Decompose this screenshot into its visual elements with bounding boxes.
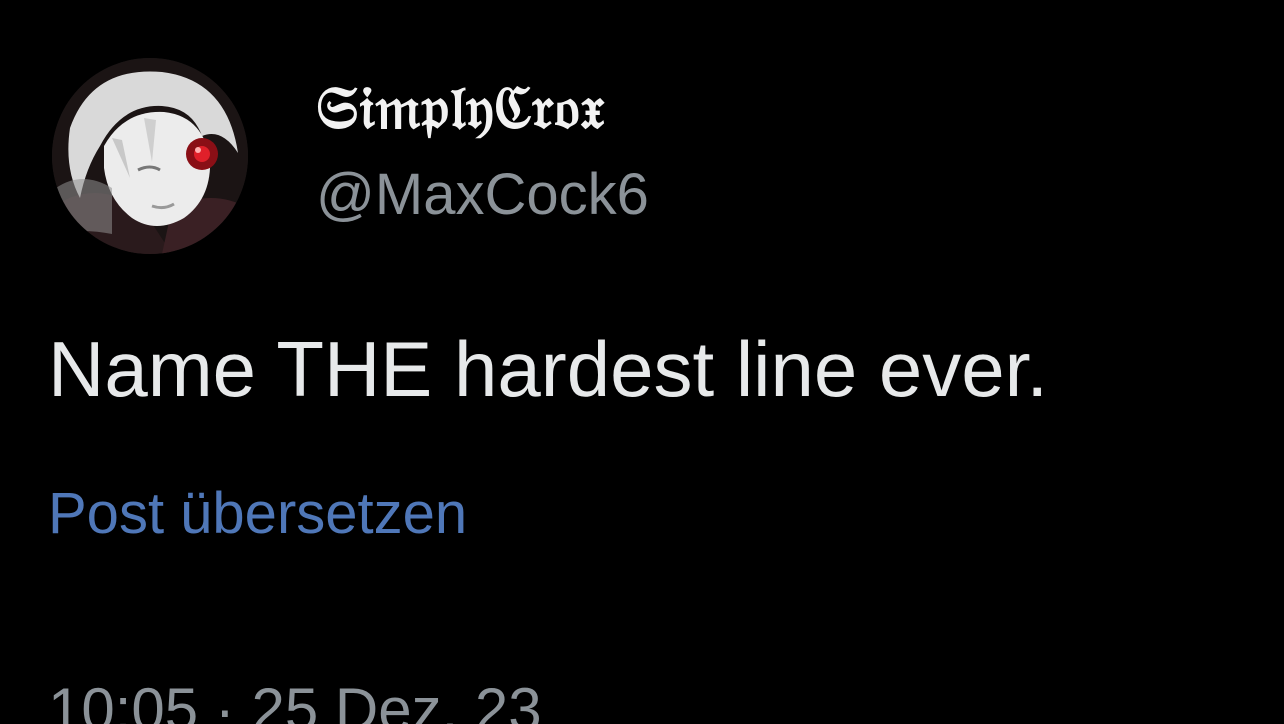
author-display-name[interactable]: 𝔖𝔦𝔪𝔭𝔩𝔶ℭ𝔯𝔬𝔵 xyxy=(316,78,606,138)
author-handle[interactable]: @MaxCock6 xyxy=(316,166,649,224)
avatar[interactable] xyxy=(52,58,248,254)
post-card: 𝔖𝔦𝔪𝔭𝔩𝔶ℭ𝔯𝔬𝔵 @MaxCock6 Name THE hardest li… xyxy=(0,0,1284,724)
anime-character-avatar-icon xyxy=(52,58,248,254)
post-text: Name THE hardest line ever. xyxy=(48,325,1049,413)
post-timestamp[interactable]: 10:05 · 25 Dez. 23 xyxy=(48,680,542,724)
translate-post-link[interactable]: Post übersetzen xyxy=(48,485,467,543)
